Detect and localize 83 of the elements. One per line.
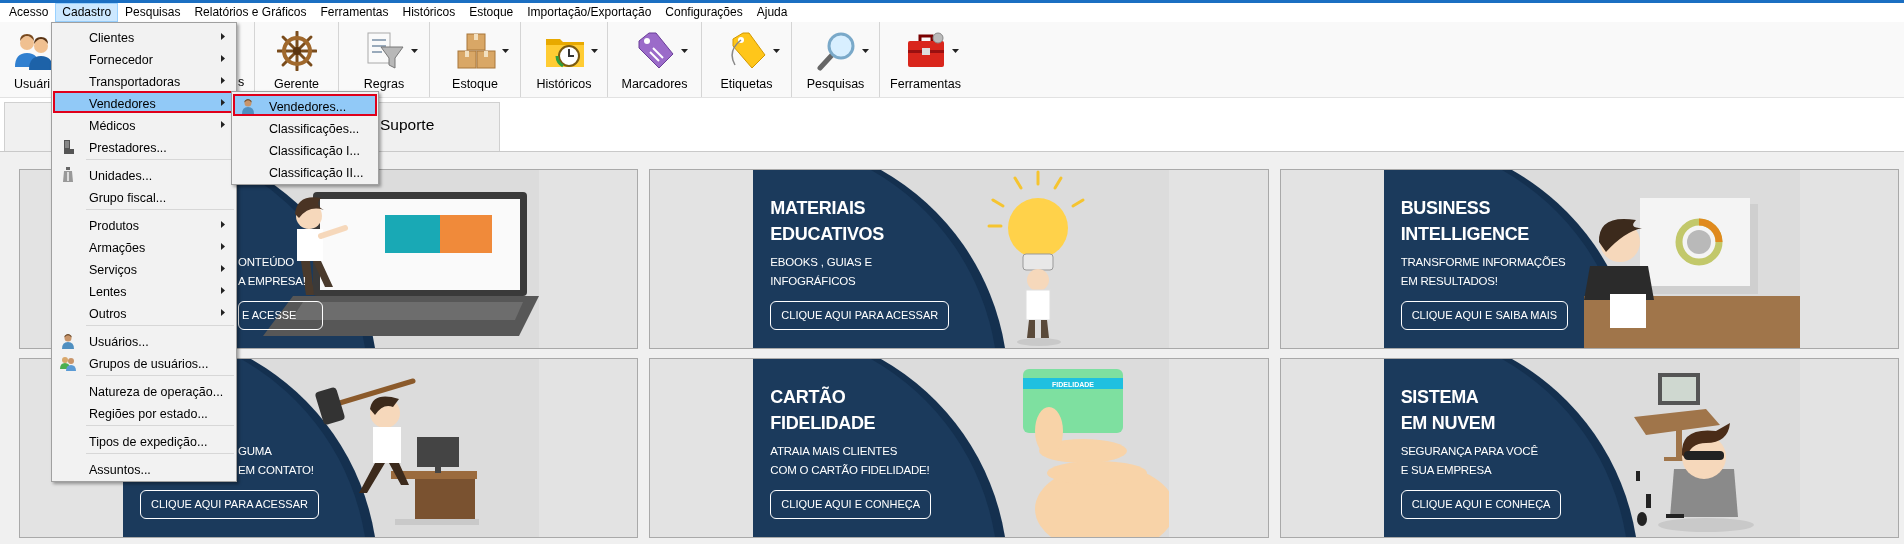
menu-item[interactable]: Usuários... [53, 329, 235, 351]
menu-item[interactable]: Vendedores... [233, 94, 377, 116]
banner-button[interactable]: CLIQUE AQUI PARA ACESSAR [770, 301, 950, 330]
banner-title: BUSINESS INTELLIGENCE [1400, 197, 1530, 246]
funnel-document-icon [364, 31, 405, 71]
tag-icon [635, 31, 675, 71]
dropdown-arrow-icon [410, 49, 418, 53]
menu-item[interactable]: Natureza de operação... [53, 379, 235, 401]
users-icon [14, 31, 54, 71]
person-icon [240, 98, 256, 114]
menu-bar-item[interactable]: Ajuda [749, 3, 795, 22]
toolbar-button[interactable]: s [238, 75, 253, 91]
weight-icon [60, 167, 76, 183]
banner-button[interactable]: CLIQUE AQUI E SAIBA MAIS [1400, 301, 1569, 330]
menu-item[interactable]: Grupo fiscal... [53, 185, 235, 207]
person-icon [60, 333, 76, 349]
menu-bar-item[interactable]: Históricos [395, 3, 463, 22]
menu-bar-item[interactable]: Ferramentas [313, 3, 396, 22]
menu-item[interactable]: Clientes [53, 25, 235, 47]
banner-subtitle: EBOOKS , GUIAS E INFOGRÁFICOS [770, 255, 872, 289]
submenu-arrow-icon [221, 99, 225, 106]
toolbar-button[interactable]: Usuári [0, 22, 56, 97]
menu-item[interactable]: Serviços [53, 257, 235, 279]
menu-item[interactable]: Produtos [53, 213, 235, 235]
toolbar-button[interactable]: Estoque [429, 22, 520, 97]
submenu-arrow-icon [221, 221, 225, 228]
menu-item[interactable]: Fornecedor [53, 47, 235, 69]
menu-item[interactable]: Transportadoras [53, 69, 235, 91]
banner-subtitle: GUMA EM CONTATO! [238, 444, 314, 478]
toolbar-button[interactable]: Etiquetas [701, 22, 791, 97]
banner-title: CARTÃO FIDELIDADE [770, 385, 876, 435]
banner-title: SISTEMA EM NUVEM [1400, 386, 1496, 435]
menu-item[interactable]: Lentes [53, 279, 235, 301]
banner-card[interactable]: MATERIAIS EDUCATIVOS EBOOKS , GUIAS E INFOGRÁFICOS CLIQUE AQUI PARA ACESSAR [649, 169, 1269, 349]
banner-title: MATERIAIS EDUCATIVOS [770, 197, 884, 246]
menu-item[interactable]: Tipos de expedição... [53, 429, 235, 451]
menu-bar-item[interactable]: Acesso [2, 3, 56, 22]
banner-card[interactable]: BUSINESS INTELLIGENCE TRANSFORME INFORMAÇÕES EM RESULTADOS! CLIQUE AQUI E SAIBA MAIS [1279, 169, 1899, 349]
submenu-arrow-icon [221, 309, 225, 316]
dropdown-arrow-icon [952, 49, 959, 53]
menu-item[interactable]: Prestadores... [53, 135, 235, 157]
menu-item[interactable]: Regiões por estado... [53, 401, 235, 423]
banner-subtitle: ATRAIA MAIS CLIENTES COM O CARTÃO FIDELIDADE! [770, 444, 930, 478]
menu-item[interactable]: Assuntos... [53, 457, 235, 479]
menu-bar-item[interactable]: Pesquisas [118, 3, 188, 22]
dropdown-arrow-icon [501, 49, 509, 53]
banner-button[interactable]: E ACESSE [238, 301, 324, 330]
dropdown-arrow-icon [773, 49, 780, 53]
search-icon [816, 31, 856, 71]
dropdown-arrow-icon [590, 49, 598, 53]
menu-bar-item[interactable]: Cadastro [55, 3, 119, 22]
banner-card[interactable]: SISTEMA EM NUVEM SEGURANÇA PARA VOCÊ E SUA EMPRESA CLIQUE AQUI E CONHEÇA [1279, 358, 1899, 538]
people-icon [60, 355, 76, 371]
submenu-arrow-icon [221, 287, 225, 294]
menu-item[interactable]: Classificação I... [233, 138, 377, 160]
menu-item[interactable]: Outros [53, 301, 235, 323]
toolbar-button[interactable]: Ferramentas [879, 22, 971, 97]
banner-subtitle: SEGURANÇA PARA VOCÊ E SUA EMPRESA [1400, 444, 1538, 478]
dropdown-arrow-icon [862, 49, 869, 53]
banner-button[interactable]: CLIQUE AQUI E CONHEÇA [770, 490, 932, 519]
submenu-arrow-icon [221, 121, 225, 128]
menu-bar-item[interactable]: Estoque [462, 3, 521, 22]
toolbar-button[interactable]: Pesquisas [791, 22, 879, 97]
menu-bar-item[interactable]: Configurações [658, 3, 750, 22]
menu-item[interactable]: Médicos [53, 113, 235, 135]
submenu-arrow-icon [221, 243, 225, 250]
submenu-arrow-icon [221, 77, 225, 84]
toolbar-button[interactable]: Marcadores [607, 22, 701, 97]
banner-button[interactable]: CLIQUE AQUI PARA ACESSAR [140, 490, 319, 519]
boxes-icon [455, 31, 496, 71]
toolbar-button[interactable]: Históricos [520, 22, 607, 97]
banner-subtitle: TRANSFORME INFORMAÇÕES EM RESULTADOS! [1400, 255, 1566, 289]
banner-subtitle: ONTEÚDO A EMPRESA! [238, 255, 306, 289]
banner-button[interactable]: CLIQUE AQUI E CONHEÇA [1400, 490, 1562, 519]
submenu-arrow-icon [221, 33, 225, 40]
submenu-arrow-icon [221, 265, 225, 272]
ship-wheel-icon [276, 31, 317, 71]
menu-item[interactable]: Classificações... [233, 116, 377, 138]
menu-bar-item[interactable]: Relatórios e Gráficos [187, 3, 314, 22]
menu-bar-item[interactable]: Importação/Exportação [520, 3, 659, 22]
dropdown-arrow-icon [681, 49, 688, 53]
menu-item[interactable]: Armações [53, 235, 235, 257]
submenu-arrow-icon [221, 55, 225, 62]
